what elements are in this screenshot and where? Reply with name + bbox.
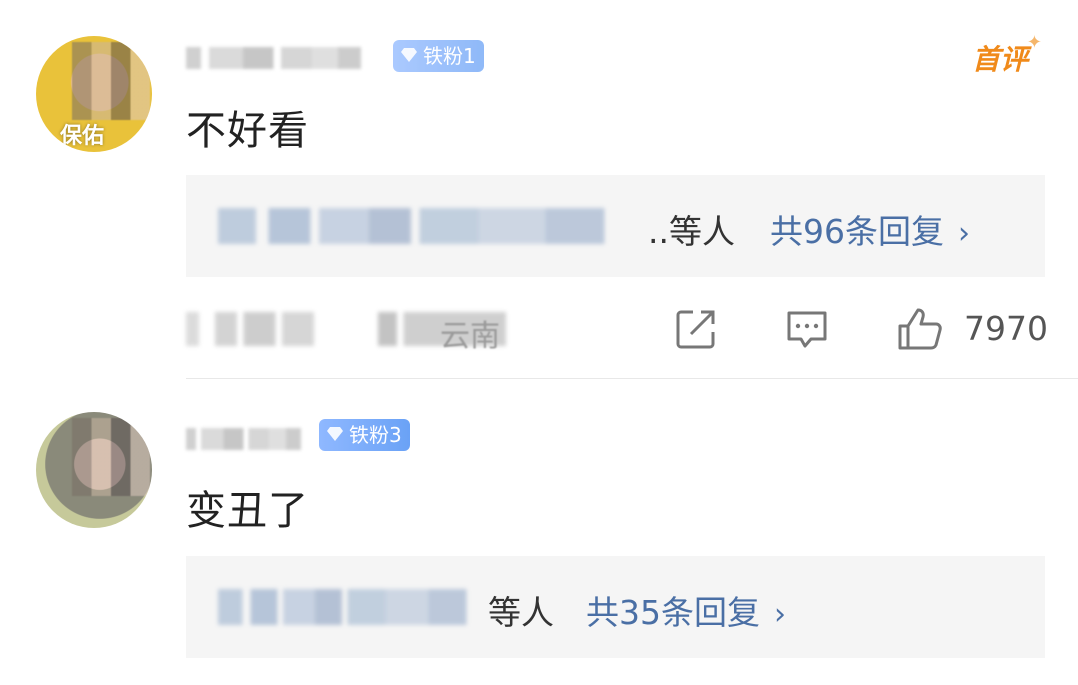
comment-item: 铁粉3 变丑了 等人 共35条回复 › [0,380,1078,685]
reply-count-link[interactable]: 共35条回复 › [586,586,786,634]
meta-location: 云南 [440,319,500,354]
chevron-right-icon: › [958,216,970,251]
comment-icon [787,311,827,348]
thumbs-up-icon [898,308,942,350]
avatar-mosaic [72,42,150,120]
first-comment-badge: 首评 ✦ [971,32,1042,78]
avatar[interactable] [36,412,152,528]
reply-button[interactable] [784,306,830,352]
comment-text: 变丑了 [186,488,309,534]
reply-count-link[interactable]: 共96条回复 › [770,205,970,253]
fan-badge: 铁粉3 [319,419,410,451]
comment-item: 保佑 铁粉1 首评 ✦ 不好看 ..等人 共96条回复 › 云南 7970 [0,0,1078,380]
chevron-right-icon: › [774,597,786,632]
diamond-icon [401,48,417,62]
fan-badge: 铁粉1 [393,40,484,72]
avatar-mosaic [72,418,150,496]
comment-text: 不好看 [186,108,309,154]
reply-summary[interactable]: ..等人 共96条回复 › [186,175,1045,277]
reply-etc-label: 等人 [488,593,554,632]
username-blurred[interactable] [186,428,311,450]
username-blurred[interactable] [186,47,376,69]
fan-badge-label: 铁粉3 [349,423,402,447]
reply-summary[interactable]: 等人 共35条回复 › [186,556,1045,658]
like-count: 7970 [964,309,1048,348]
fan-badge-label: 铁粉1 [423,44,476,68]
comment-divider [186,378,1078,379]
reply-etc-label: ..等人 [648,212,735,251]
reply-names-blurred [218,589,488,625]
avatar-tag: 保佑 [60,124,105,149]
reply-names-blurred [218,208,638,244]
share-icon [676,310,715,349]
sparkle-icon: ✦ [1026,32,1042,53]
reply-count-label: 共96条回复 [770,212,944,251]
like-button[interactable]: 7970 [896,306,1048,352]
reply-count-label: 共35条回复 [586,593,760,632]
avatar[interactable]: 保佑 [36,36,152,152]
diamond-icon [327,427,343,441]
share-button[interactable] [673,306,719,352]
first-comment-label: 首评 [971,43,1028,76]
